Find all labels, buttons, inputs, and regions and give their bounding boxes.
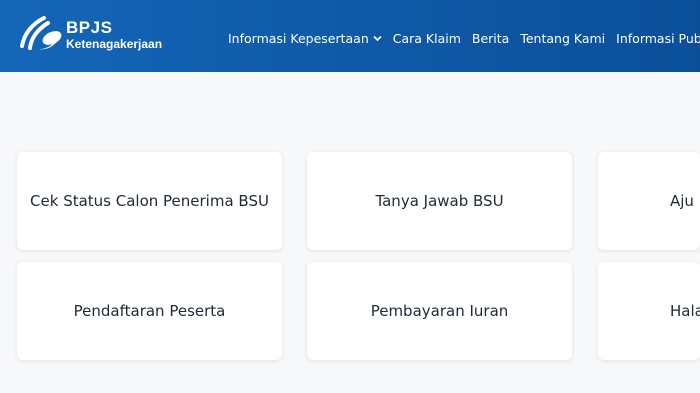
card-tanya-jawab-bsu[interactable]: Tanya Jawab BSU <box>307 152 572 250</box>
card-label: Cek Status Calon Penerima BSU <box>30 192 269 210</box>
nav-informasi-publik[interactable]: Informasi Publik <box>616 31 700 46</box>
card-partial-aju[interactable]: Aju <box>598 152 700 250</box>
nav-cara-klaim[interactable]: Cara Klaim <box>393 31 461 46</box>
brand-name: BPJS <box>66 18 113 37</box>
bpjs-logo-icon[interactable] <box>16 14 64 54</box>
nav-informasi-kepesertaan[interactable]: Informasi Kepesertaan <box>228 31 382 46</box>
nav-berita[interactable]: Berita <box>472 31 509 46</box>
card-label: Pendaftaran Peserta <box>73 302 226 320</box>
nav-label: Tentang Kami <box>520 31 606 46</box>
card-label: Pembayaran Iuran <box>370 302 509 320</box>
nav-label: Cara Klaim <box>392 31 461 46</box>
card-cek-status-bsu[interactable]: Cek Status Calon Penerima BSU <box>17 152 282 250</box>
card-partial-hala[interactable]: Hala <box>598 262 700 360</box>
main-content: Cek Status Calon Penerima BSU Tanya Jawa… <box>0 72 700 393</box>
nav-label: Informasi Kepesertaan <box>228 31 369 46</box>
brand-subtitle: Ketenagakerjaan <box>66 37 163 51</box>
card-label: Tanya Jawab BSU <box>375 192 504 210</box>
nav-label: Informasi Publik <box>616 31 700 46</box>
card-pembayaran-iuran[interactable]: Pembayaran Iuran <box>307 262 572 360</box>
card-label: Hala <box>670 302 700 320</box>
nav-tentang-kami[interactable]: Tentang Kami <box>520 31 605 46</box>
nav-label: Berita <box>471 31 510 46</box>
card-pendaftaran-peserta[interactable]: Pendaftaran Peserta <box>17 262 282 360</box>
chevron-down-icon <box>373 35 382 42</box>
brand[interactable]: BPJS Ketenagakerjaan <box>66 18 163 52</box>
site-header: BPJS Ketenagakerjaan Informasi Kepeserta… <box>0 0 700 72</box>
main-nav: Informasi Kepesertaan Cara Klaim Berita … <box>228 31 700 46</box>
card-label: Aju <box>670 192 694 210</box>
